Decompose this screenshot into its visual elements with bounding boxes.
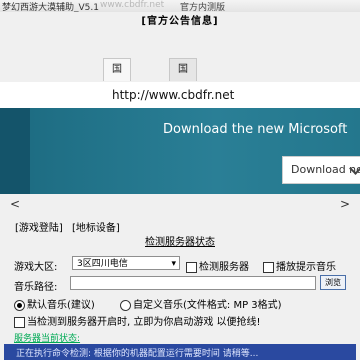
game-area-select[interactable]: 3区四川电信 ▾	[72, 256, 180, 270]
watermark-text: www.cbdfr.net	[100, 0, 165, 10]
chevron-down-icon: ▾	[171, 259, 176, 269]
play-sound-label: 播放提示音乐	[276, 262, 336, 273]
music-path-label: 音乐路径:	[14, 282, 58, 293]
browser-url-text: http://www.cbdfr.net	[112, 88, 235, 102]
default-music-radio[interactable]	[14, 299, 25, 311]
game-login-link[interactable]: [游戏登陆]	[15, 219, 63, 234]
auto-start-label: 当检测到服务器开启时, 立即为你启动游戏 以便抢线!	[27, 317, 261, 328]
game-area-label: 游戏大区:	[14, 262, 58, 273]
game-area-value: 3区四川电信	[77, 259, 128, 269]
status-bar: 正在执行命令检测: 根据你的机器配置运行需要时间 请稍等...	[4, 344, 356, 360]
play-sound-checkbox[interactable]	[263, 261, 274, 273]
game-area-row: 游戏大区:	[14, 258, 57, 273]
carousel-prev-button[interactable]: <	[10, 197, 20, 211]
notice-title: [官方公告信息]	[141, 16, 219, 27]
tab-international[interactable]: 国际版	[169, 58, 197, 119]
banner-side-panel	[0, 108, 30, 194]
custom-music-radio[interactable]	[120, 299, 131, 311]
landmark-device-link[interactable]: [地标设备]	[72, 219, 120, 234]
tab-domestic[interactable]: 国内版	[103, 58, 131, 119]
auto-start-option[interactable]: 当检测到服务器开启时, 立即为你启动游戏 以便抢线!	[14, 313, 261, 328]
custom-music-label: 自定义音乐(文件格式: MP 3格式)	[133, 300, 282, 311]
music-path-input[interactable]	[70, 276, 316, 290]
check-server-label: 检测服务器	[199, 262, 249, 273]
server-section-title: 检测服务器状态	[145, 237, 215, 248]
play-sound-option[interactable]: 播放提示音乐	[263, 258, 336, 273]
download-now-button[interactable]: Download now	[282, 156, 360, 184]
custom-music-option[interactable]: 自定义音乐(文件格式: MP 3格式)	[120, 296, 282, 311]
window-title: 梦幻西游大漠辅助_V5.1	[2, 3, 99, 12]
link-row: [游戏登陆] [地标设备]	[15, 219, 126, 234]
version-label: 官方内测版	[180, 3, 226, 12]
check-server-option[interactable]: 检测服务器	[186, 258, 249, 273]
music-path-row: 音乐路径:	[14, 278, 57, 293]
default-music-label: 默认音乐(建议)	[27, 300, 95, 311]
carousel-next-button[interactable]: >	[340, 197, 350, 211]
default-music-option[interactable]: 默认音乐(建议)	[14, 296, 95, 311]
title-bar: 梦幻西游大漠辅助_V5.1 www.cbdfr.net 官方内测版	[0, 0, 360, 12]
check-server-checkbox[interactable]	[186, 261, 197, 273]
ad-banner[interactable]: Download the new Microsoft Download now	[0, 108, 360, 194]
browse-button[interactable]: 浏览	[320, 275, 346, 290]
server-status-label: 服务器当前状态:	[14, 334, 81, 344]
auto-start-checkbox[interactable]	[14, 316, 25, 328]
banner-headline: Download the new Microsoft	[163, 122, 348, 137]
status-text: 正在执行命令检测: 根据你的机器配置运行需要时间 请稍等...	[16, 349, 259, 359]
